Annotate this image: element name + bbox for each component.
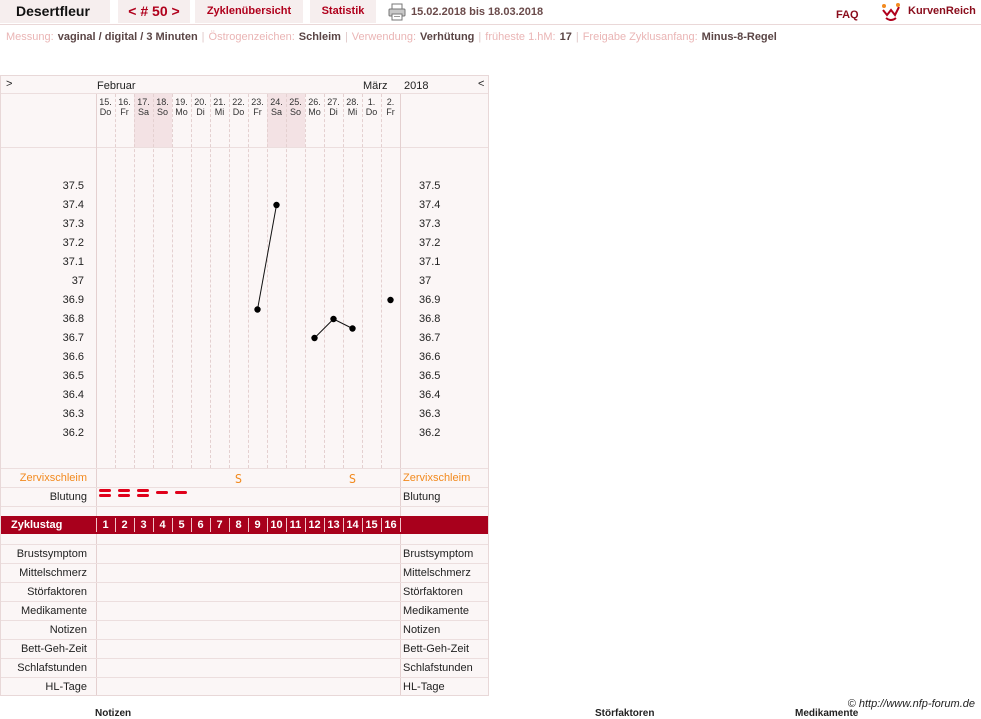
measurement-value: vaginal / digital / 3 Minuten <box>57 31 198 43</box>
cycle-day-number: 8 <box>235 519 242 531</box>
cycle-day-number: 7 <box>216 519 223 531</box>
row-divider <box>1 639 488 640</box>
footer-col-notizen: Notizen <box>95 708 132 719</box>
temperature-point[interactable] <box>254 306 261 313</box>
mucus-marker: S <box>348 472 357 486</box>
row-divider <box>1 506 488 507</box>
row-label-notizen: Notizen <box>49 624 87 636</box>
temperature-point[interactable] <box>311 334 318 342</box>
temperature-curve <box>254 201 394 342</box>
row-label-hl-right: HL-Tage <box>403 681 445 693</box>
row-label-hl: HL-Tage <box>45 681 87 693</box>
bleeding-marker <box>99 494 111 497</box>
page-title: Desertfleur <box>0 0 110 23</box>
temperature-chart: > Februar März 2018 < 15. Do 16. Fr 17. Sa 18.… <box>0 75 489 696</box>
earliest-label: früheste 1.hM: <box>485 31 556 43</box>
row-label-zervix: Zervixschleim <box>19 472 87 484</box>
bleeding-marker <box>137 489 149 492</box>
bleeding-marker <box>175 491 187 494</box>
cycle-navigator[interactable]: < # 50 > <box>118 0 190 23</box>
release-value: Minus-8-Regel <box>701 31 777 43</box>
cycle-day-number: 12 <box>308 519 321 531</box>
row-label-bett-right: Bett-Geh-Zeit <box>403 643 470 655</box>
row-label-blutung: Blutung <box>49 491 87 503</box>
row-label-medi-right: Medikamente <box>403 605 470 617</box>
separator: | <box>344 31 348 43</box>
release-label: Freigabe Zyklusanfang: <box>582 31 698 43</box>
mucus-marker: S <box>234 472 243 486</box>
row-divider <box>1 677 488 678</box>
cycle-day-bar: Zyklustag 1 2 3 4 5 6 7 8 9 10 11 12 13 14 15 16 <box>1 516 488 534</box>
row-label-schlaf: Schlafstunden <box>17 662 87 674</box>
cycle-day-number: 6 <box>197 519 204 531</box>
nav-statistics[interactable]: Statistik <box>310 0 376 23</box>
printer-icon[interactable] <box>388 3 406 21</box>
temperature-point[interactable] <box>387 296 394 304</box>
estrogen-label: Östrogenzeichen: <box>208 31 295 43</box>
logo-text[interactable]: KurvenReich <box>908 0 976 22</box>
cycle-info: Messung: vaginal / digital / 3 Minuten | Ös… <box>6 30 777 44</box>
divider <box>0 24 981 25</box>
row-divider <box>1 658 488 659</box>
separator: | <box>478 31 482 43</box>
row-label-stoer: Störfaktoren <box>27 586 87 598</box>
row-label-medi: Medikamente <box>20 605 87 617</box>
temperature-point[interactable] <box>330 315 337 323</box>
row-label-zervix-right: Zervixschleim <box>403 472 471 484</box>
row-divider <box>1 601 488 602</box>
earliest-value: 17 <box>559 31 572 43</box>
row-label-brust-right: Brustsymptom <box>403 548 474 560</box>
row-divider <box>1 582 488 583</box>
date-range: 15.02.2018 bis 18.03.2018 <box>411 6 544 18</box>
top-bar: Desertfleur < # 50 > Zyklenübersicht Sta… <box>0 0 981 24</box>
bleeding-marker <box>118 489 130 492</box>
cycle-day-separator <box>400 518 401 532</box>
row-label-stoer-right: Störfaktoren <box>403 586 463 598</box>
cycle-day-label: Zyklustag <box>11 519 63 531</box>
temperature-line-segment <box>257 204 277 310</box>
cycle-day-number: 4 <box>159 519 166 531</box>
row-divider <box>1 544 488 545</box>
row-label-bett: Bett-Geh-Zeit <box>20 643 87 655</box>
usage-value: Verhütung <box>420 31 475 43</box>
row-divider <box>1 620 488 621</box>
cycle-day-number: 5 <box>178 519 185 531</box>
kurvenreich-logo-icon[interactable] <box>880 1 902 23</box>
temperature-point[interactable] <box>349 325 356 332</box>
cycle-day-number: 14 <box>346 519 359 531</box>
bleeding-marker <box>118 494 130 497</box>
row-label-blutung-right: Blutung <box>403 491 441 503</box>
cycle-day-number: 13 <box>327 519 340 531</box>
cycle-day-number: 15 <box>365 519 378 531</box>
nav-cycle-overview[interactable]: Zyklenübersicht <box>195 0 303 23</box>
bleeding-marker <box>156 491 168 494</box>
cycle-day-number: 2 <box>121 519 128 531</box>
row-label-mittel-right: Mittelschmerz <box>403 567 471 579</box>
row-label-mittel: Mittelschmerz <box>19 567 87 579</box>
bleeding-marker <box>99 489 111 492</box>
row-label-brust: Brustsymptom <box>16 548 87 560</box>
estrogen-value: Schleim <box>298 31 341 43</box>
temperature-point[interactable] <box>273 201 280 209</box>
separator: | <box>201 31 205 43</box>
cycle-day-number: 9 <box>254 519 261 531</box>
cycle-day-number: 1 <box>102 519 109 531</box>
row-label-notizen-right: Notizen <box>403 624 441 636</box>
row-divider <box>1 487 488 488</box>
row-divider <box>1 563 488 564</box>
measurement-label: Messung: <box>6 31 54 43</box>
usage-label: Verwendung: <box>351 31 417 43</box>
cycle-day-number: 10 <box>270 519 283 531</box>
row-label-schlaf-right: Schlafstunden <box>403 662 473 674</box>
bleeding-marker <box>137 494 149 497</box>
footer-credit[interactable]: © http://www.nfp-forum.de <box>848 698 975 710</box>
footer-col-medikamente: Medikamente <box>795 708 859 719</box>
cycle-day-number: 16 <box>384 519 397 531</box>
cycle-day-number: 3 <box>140 519 147 531</box>
row-divider <box>1 468 488 469</box>
separator: | <box>575 31 579 43</box>
footer-col-stoerfaktoren: Störfaktoren <box>595 708 655 719</box>
cycle-day-number: 11 <box>289 519 302 531</box>
